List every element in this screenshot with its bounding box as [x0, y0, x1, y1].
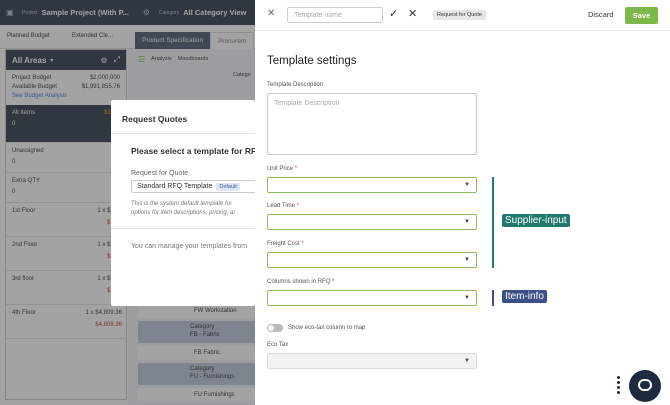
- caret-down-icon: ▼: [464, 257, 470, 263]
- caret-down-icon: ▼: [464, 358, 470, 364]
- template-selected-value: Standard RFQ Template: [137, 183, 213, 190]
- description-line: options for item descriptions, pricing, …: [131, 210, 236, 216]
- required-mark: *: [332, 279, 335, 285]
- supplier-bracket: [492, 177, 494, 268]
- field-label-text: Lead Time: [267, 203, 296, 209]
- freight-cost-select[interactable]: ▼: [267, 252, 477, 268]
- template-name-input[interactable]: [287, 7, 383, 23]
- modal-question: Please select a template for RFQ: [131, 146, 263, 156]
- divider: [111, 133, 255, 134]
- field-label-text: Freight Cost: [267, 241, 300, 247]
- freight-cost-label: Freight Cost *: [267, 241, 304, 247]
- eco-tax-select[interactable]: ▼: [267, 353, 477, 369]
- manage-templates-text: You can manage your templates from: [131, 243, 248, 250]
- request-quotes-modal: Request Quotes Please select a template …: [111, 100, 263, 306]
- chat-bubble-icon: [638, 379, 652, 391]
- drag-handle-icon[interactable]: [617, 376, 625, 396]
- columns-select[interactable]: ▼: [267, 290, 477, 306]
- required-mark: *: [294, 166, 298, 172]
- description-line: This is the system default template for: [131, 201, 233, 207]
- rfq-label: Request for Quote: [131, 170, 189, 177]
- supplier-input-callout: Supplier-input: [502, 214, 570, 227]
- field-label-text: Unit Price: [267, 166, 294, 172]
- save-button[interactable]: Save: [625, 7, 658, 24]
- item-info-callout: Item-info: [502, 290, 547, 303]
- caret-down-icon: ▼: [464, 219, 470, 225]
- eco-tax-label: Eco Tax: [267, 342, 289, 348]
- lead-time-label: Lead Time *: [267, 203, 299, 209]
- rfq-type-badge: Request for Quote: [433, 10, 486, 20]
- drawer-title: Template settings: [267, 55, 357, 67]
- discard-button[interactable]: Discard: [588, 10, 613, 19]
- cancel-x-icon[interactable]: ✕: [408, 7, 417, 20]
- close-icon[interactable]: ✕: [267, 8, 275, 19]
- required-mark: *: [301, 241, 304, 247]
- modal-title: Request Quotes: [122, 114, 188, 124]
- template-select[interactable]: Standard RFQ Template Default: [131, 180, 257, 193]
- unit-price-select[interactable]: ▼: [267, 177, 477, 193]
- app-root: ▣ Project Sample Project (With P... ⚙ Ca…: [0, 0, 670, 405]
- template-description-textarea[interactable]: Template Description: [267, 93, 477, 155]
- item-bracket: [492, 290, 494, 306]
- template-settings-drawer: ✕ ✓ ✕ Request for Quote Discard Save Tem…: [255, 0, 670, 405]
- eco-tax-toggle[interactable]: [267, 324, 283, 332]
- unit-price-label: Unit Price *: [267, 166, 297, 172]
- field-label-text: Columns shown in RFQ: [267, 279, 331, 285]
- drawer-header: ✕ ✓ ✕ Request for Quote Discard Save: [255, 0, 670, 31]
- caret-down-icon: ▼: [464, 295, 470, 301]
- chat-button[interactable]: [629, 370, 661, 402]
- check-icon[interactable]: ✓: [389, 7, 398, 20]
- divider: [111, 228, 255, 229]
- toggle-knob: [268, 325, 274, 331]
- lead-time-select[interactable]: ▼: [267, 214, 477, 230]
- required-mark: *: [296, 203, 300, 209]
- template-description-label: Template Description: [267, 82, 324, 88]
- columns-label: Columns shown in RFQ *: [267, 279, 334, 285]
- default-badge: Default: [216, 183, 240, 191]
- template-description: This is the system default template for o…: [131, 200, 255, 218]
- eco-tax-toggle-label: Show eco-tax column to map: [288, 325, 366, 331]
- caret-down-icon: ▼: [464, 182, 470, 188]
